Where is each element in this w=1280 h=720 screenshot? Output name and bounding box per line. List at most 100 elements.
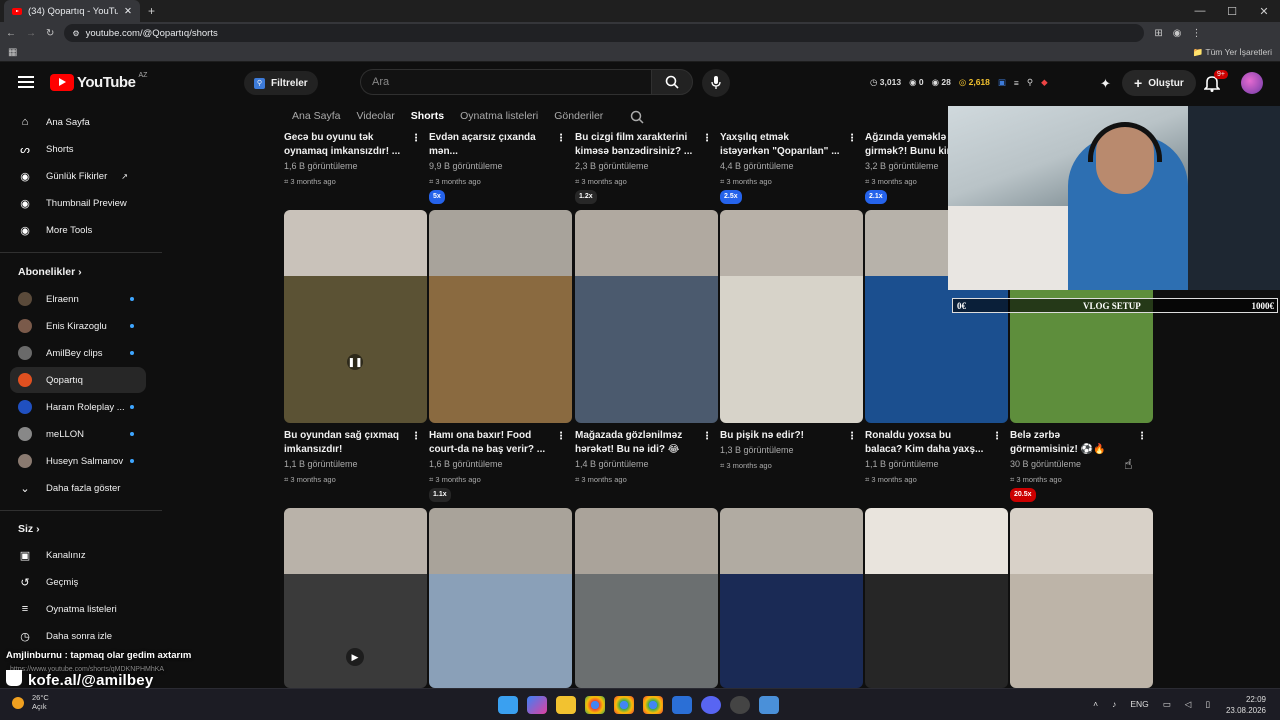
short-thumbnail[interactable] — [429, 210, 572, 423]
settings-icon[interactable] — [672, 696, 692, 714]
subscriptions-heading[interactable]: Abonelikler › — [18, 266, 82, 278]
search-button[interactable] — [651, 69, 693, 95]
sidebar-item-channel[interactable]: ▣ Kanalınız — [10, 542, 146, 568]
profile-icon[interactable]: ◉ — [1173, 28, 1182, 39]
sidebar-sub-elraenn[interactable]: Elraenn — [10, 286, 146, 312]
apps-grid-icon[interactable]: ▦ — [8, 47, 17, 58]
close-tab-icon[interactable]: ✕ — [124, 6, 132, 17]
more-options-icon[interactable]: ⋮ — [1137, 431, 1147, 442]
language-indicator[interactable]: ENG — [1130, 699, 1148, 710]
short-thumbnail[interactable] — [1010, 508, 1153, 688]
tab-videos[interactable]: Videolar — [356, 110, 394, 122]
short-card-info[interactable]: Bu oyundan sağ çıxmaq imkansızdır! 1,1 B g… — [284, 429, 422, 487]
sidebar-sub-qopartiq[interactable]: Qopartıq — [10, 367, 146, 393]
short-thumbnail[interactable] — [429, 508, 572, 688]
you-heading[interactable]: Siz › — [18, 523, 40, 535]
maximize-button[interactable]: ☐ — [1216, 0, 1248, 22]
list-icon[interactable]: ≡ — [1014, 78, 1019, 88]
notifications-button[interactable]: 9+ — [1203, 70, 1228, 94]
short-card-info[interactable]: Ronaldu yoxsa bu balaca? Kim daha yaxş...… — [865, 429, 1003, 487]
voice-search-button[interactable] — [702, 69, 730, 97]
more-options-icon[interactable]: ⋮ — [847, 431, 857, 442]
sidebar-sub-mellon[interactable]: meLLON — [10, 421, 146, 447]
discord-icon[interactable] — [701, 696, 721, 714]
sidebar-item-thumbnail-preview[interactable]: ◉ Thumbnail Preview — [10, 190, 146, 216]
short-thumbnail[interactable] — [865, 508, 1008, 688]
youtube-logo[interactable]: YouTube AZ — [50, 72, 147, 91]
tab-shorts[interactable]: Shorts — [411, 110, 444, 122]
extension-icon[interactable]: ▣ — [998, 77, 1006, 88]
site-info-icon[interactable]: ⚙ — [72, 29, 79, 38]
tab-playlists[interactable]: Oynatma listeleri — [460, 110, 538, 122]
close-window-button[interactable]: ✕ — [1248, 0, 1280, 22]
sidebar-sub-haram[interactable]: Haram Roleplay ... — [10, 394, 146, 420]
short-thumbnail[interactable] — [284, 210, 427, 423]
new-tab-button[interactable]: + — [148, 4, 155, 18]
pause-icon[interactable]: ❚❚ — [347, 354, 363, 370]
photos-icon[interactable] — [759, 696, 779, 714]
short-card-info[interactable]: Hamı ona baxır! Food court-da nə baş veri… — [429, 429, 567, 502]
reload-icon[interactable]: ↻ — [46, 28, 54, 39]
sidebar-item-more-tools[interactable]: ◉ More Tools — [10, 217, 146, 243]
volume-icon[interactable]: ◁ — [1185, 699, 1192, 710]
short-card-info[interactable]: Gecə bu oyunu tək oynamaq imkansızdır! ..… — [284, 131, 422, 189]
menu-burger-icon[interactable] — [18, 76, 34, 91]
battery-icon[interactable]: ▯ — [1205, 699, 1210, 710]
sidebar-item-watch-later[interactable]: ◷ Daha sonra izle — [10, 623, 146, 649]
chevron-up-icon[interactable]: ˄ — [1093, 699, 1098, 710]
short-thumbnail[interactable] — [575, 210, 718, 423]
more-options-icon[interactable]: ⋮ — [847, 133, 857, 144]
obs-icon[interactable] — [730, 696, 750, 714]
play-icon[interactable]: ▶ — [346, 648, 364, 666]
back-icon[interactable]: ← — [6, 28, 16, 39]
show-more-button[interactable]: ⌄ Daha fazla göster — [10, 475, 146, 501]
channel-search-icon[interactable] — [630, 110, 644, 124]
start-icon[interactable] — [498, 696, 518, 714]
chrome-icon[interactable] — [585, 696, 605, 714]
weather-widget[interactable]: 26°C Açık — [32, 693, 49, 711]
mic-tray-icon[interactable]: ♪ — [1112, 699, 1116, 710]
all-bookmarks-link[interactable]: 📁 Tüm Yer İşaretleri — [1193, 47, 1272, 58]
browser-tab[interactable]: (34) Qopartıq - YouTube ✕ — [4, 0, 140, 22]
sidebar-sub-amilbey[interactable]: AmilBey clips — [10, 340, 146, 366]
sidebar-sub-huseyn[interactable]: Huseyn Salmanov — [10, 448, 146, 474]
tab-posts[interactable]: Gönderiler — [554, 110, 603, 122]
create-button[interactable]: + Oluştur — [1122, 70, 1196, 96]
extensions-icon[interactable]: ⊞ — [1154, 28, 1162, 39]
more-options-icon[interactable]: ⋮ — [411, 133, 421, 144]
more-options-icon[interactable]: ⋮ — [702, 431, 712, 442]
sidebar-item-shorts[interactable]: ᔕ Shorts — [10, 136, 146, 162]
address-bar[interactable]: ⚙ youtube.com/@Qopartıq/shorts — [64, 24, 1145, 42]
sidebar-item-playlists[interactable]: ≡ Oynatma listeleri — [10, 596, 146, 622]
short-card-info[interactable]: Yaxşılıq etmək istəyərkən "Qoparılan" ...… — [720, 131, 858, 204]
studio-icon[interactable]: ✦ — [1100, 76, 1111, 92]
alert-icon[interactable]: ◆ — [1041, 77, 1048, 88]
network-icon[interactable]: ▭ — [1163, 699, 1171, 710]
sidebar-item-ideas[interactable]: ◉ Günlük Fikirler ↗ — [10, 163, 146, 189]
short-card-info[interactable]: Evdən açarsız çıxanda mən... 9,9 B görüntü… — [429, 131, 567, 204]
short-thumbnail[interactable] — [720, 508, 863, 688]
short-card-info[interactable]: Bu cizgi film xarakterini kiməsə bənzədir… — [575, 131, 713, 204]
short-card-info[interactable]: Mağazada gözlənilməz hərəkət! Bu nə idi? … — [575, 429, 713, 487]
sidebar-item-history[interactable]: ↺ Geçmiş — [10, 569, 146, 595]
short-thumbnail[interactable] — [720, 210, 863, 423]
more-options-icon[interactable]: ⋮ — [556, 431, 566, 442]
sidebar-item-home[interactable]: ⌂ Ana Sayfa — [10, 109, 146, 135]
more-options-icon[interactable]: ⋮ — [411, 431, 421, 442]
minimize-button[interactable]: — — [1184, 0, 1216, 22]
clock[interactable]: 22:09 23.08.2026 — [1226, 694, 1266, 716]
chrome-icon[interactable] — [614, 696, 634, 714]
bulb-icon[interactable]: ⚲ — [1027, 77, 1033, 88]
account-avatar[interactable] — [1241, 72, 1263, 94]
more-options-icon[interactable]: ⋮ — [556, 133, 566, 144]
explorer-icon[interactable] — [556, 696, 576, 714]
short-thumbnail[interactable] — [575, 508, 718, 688]
filters-button[interactable]: ⚲ Filtreler — [244, 71, 318, 95]
copilot-icon[interactable] — [527, 696, 547, 714]
forward-icon[interactable]: → — [26, 28, 36, 39]
more-options-icon[interactable]: ⋮ — [702, 133, 712, 144]
search-input[interactable]: Ara — [360, 69, 652, 95]
more-options-icon[interactable]: ⋮ — [992, 431, 1002, 442]
chrome-icon[interactable] — [643, 696, 663, 714]
menu-icon[interactable]: ⋮ — [1192, 28, 1202, 39]
